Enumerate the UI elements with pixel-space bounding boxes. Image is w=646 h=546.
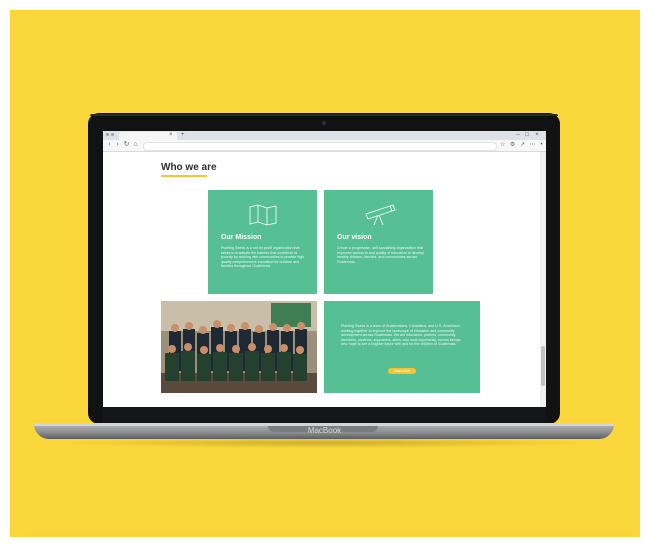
back-button[interactable]: ‹ (106, 141, 113, 149)
laptop-screen: × + – □ × ‹ › ↻ ⌂ ☆ ⚙ ↗ ⋯ • Who we are O… (103, 131, 546, 407)
address-bar[interactable] (143, 142, 497, 151)
laptop-lid-edge (90, 114, 558, 116)
browser-menu-icon[interactable] (111, 133, 114, 136)
map-icon (249, 204, 277, 226)
heading-underline (161, 175, 207, 177)
extensions-icon[interactable]: ⚙ (509, 141, 516, 149)
profile-icon[interactable]: • (538, 141, 545, 149)
new-tab-button[interactable]: + (181, 132, 187, 138)
share-icon[interactable]: ↗ (519, 141, 526, 149)
telescope-icon (365, 204, 396, 226)
close-window-button[interactable]: × (534, 132, 540, 138)
minimize-button[interactable]: – (515, 132, 521, 138)
vision-title: Our vision (337, 234, 372, 241)
class-photo-image (161, 301, 317, 393)
scrollbar-thumb[interactable] (541, 346, 545, 386)
star-icon[interactable]: ☆ (499, 141, 506, 149)
web-page: Who we are Our Mission Planting Seeds is… (103, 152, 540, 407)
vision-text: Create a progressive, self-sustaining or… (337, 246, 425, 264)
page-heading: Who we are (161, 162, 217, 173)
mission-card: Our Mission Planting Seeds is a not for … (208, 190, 317, 294)
more-menu-icon[interactable]: ⋯ (529, 141, 536, 149)
vision-card: Our vision Create a progressive, self-su… (324, 190, 433, 294)
about-card: Planting Seeds is a team of Guatemalans,… (324, 301, 480, 393)
tab-close-icon[interactable]: × (169, 132, 175, 138)
learn-more-button[interactable]: Learn more (388, 368, 416, 374)
home-button[interactable]: ⌂ (132, 141, 139, 149)
laptop-brand-label: MacBook (307, 426, 342, 435)
browser-menu-icon[interactable] (106, 133, 109, 136)
screen-bottom-bezel (103, 407, 546, 422)
camera-icon (322, 121, 326, 125)
group-photo (161, 301, 317, 393)
forward-button[interactable]: › (114, 141, 121, 149)
mission-title: Our Mission (221, 234, 262, 241)
laptop-shadow (60, 438, 588, 448)
about-text: Planting Seeds is a team of Guatemalans,… (341, 324, 461, 347)
reload-button[interactable]: ↻ (123, 141, 130, 149)
maximize-button[interactable]: □ (524, 132, 530, 138)
mission-text: Planting Seeds is a not for profit organ… (221, 246, 305, 269)
